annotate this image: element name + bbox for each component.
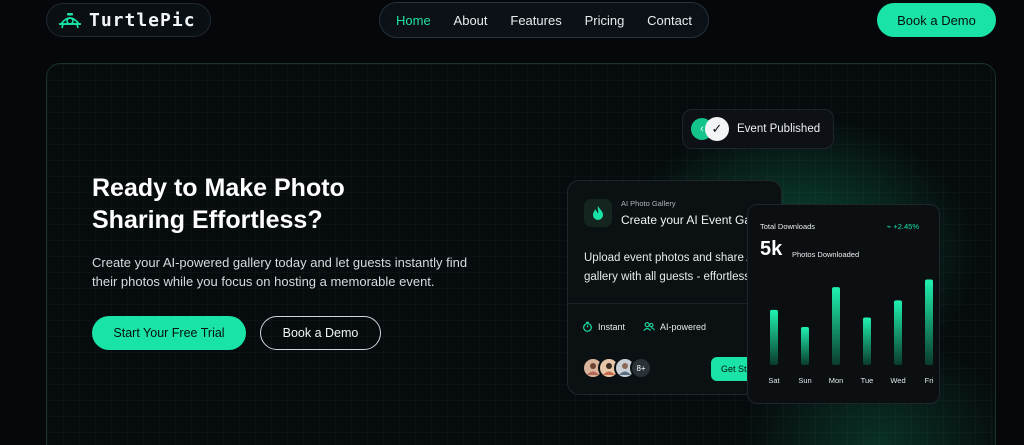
check-icon: ✓ bbox=[705, 117, 729, 141]
card-kicker: AI Photo Gallery bbox=[621, 199, 676, 208]
brand-logo[interactable]: TurtlePic bbox=[46, 3, 211, 37]
feature-ai-powered: AI-powered bbox=[643, 321, 706, 332]
event-published-badge: ‹ ✓ Event Published bbox=[682, 109, 834, 149]
stopwatch-icon bbox=[583, 321, 592, 332]
hero-headline: Ready to Make Photo Sharing Effortless? bbox=[92, 174, 345, 234]
flame-icon bbox=[584, 199, 612, 227]
nav-item-features[interactable]: Features bbox=[510, 13, 561, 28]
book-demo-button-header[interactable]: Book a Demo bbox=[877, 3, 996, 37]
nav-item-home[interactable]: Home bbox=[396, 13, 431, 28]
hero-subtext: Create your AI-powered gallery today and… bbox=[92, 255, 468, 289]
status-icons: ‹ ✓ bbox=[691, 116, 731, 142]
chart-tick-label: Wed bbox=[890, 376, 905, 385]
brand-name: TurtlePic bbox=[89, 9, 196, 31]
book-demo-button[interactable]: Book a Demo bbox=[260, 316, 381, 350]
chart-bar-fri bbox=[925, 279, 933, 365]
feature-ai-label: AI-powered bbox=[660, 321, 707, 332]
nav-item-pricing[interactable]: Pricing bbox=[585, 13, 625, 28]
event-published-label: Event Published bbox=[737, 123, 821, 135]
chart-bar-tue bbox=[863, 317, 871, 365]
nav-item-about[interactable]: About bbox=[454, 13, 488, 28]
nav-item-contact[interactable]: Contact bbox=[647, 13, 692, 28]
chart-tick-label: Mon bbox=[829, 376, 844, 385]
feature-instant: Instant bbox=[582, 321, 625, 332]
chart-bar-mon bbox=[832, 287, 840, 365]
chart-tick-label: Fri bbox=[925, 376, 934, 385]
users-icon bbox=[643, 322, 655, 331]
turtle-camera-icon bbox=[59, 13, 81, 29]
more-avatars-count: 8+ bbox=[630, 357, 652, 379]
chart-bar-sun bbox=[801, 327, 809, 365]
chart-bar-wed bbox=[894, 300, 902, 365]
main-nav: Home About Features Pricing Contact bbox=[379, 2, 709, 38]
chart-tick-label: Sun bbox=[798, 376, 811, 385]
guest-avatars: 8+ bbox=[582, 357, 652, 379]
downloads-card: Total Downloads ⌁ +2.45% 5k Photos Downl… bbox=[747, 204, 940, 404]
chart-tick-label: Sat bbox=[768, 376, 780, 385]
chart-bar-sat bbox=[770, 309, 778, 365]
start-free-trial-button[interactable]: Start Your Free Trial bbox=[92, 316, 246, 350]
hero-section: Ready to Make Photo Sharing Effortless? … bbox=[46, 63, 996, 445]
feature-instant-label: Instant bbox=[598, 321, 626, 332]
chart-tick-label: Tue bbox=[861, 376, 874, 385]
downloads-bar-chart: Sat Sun Mon Tue Wed Fri bbox=[768, 279, 934, 385]
